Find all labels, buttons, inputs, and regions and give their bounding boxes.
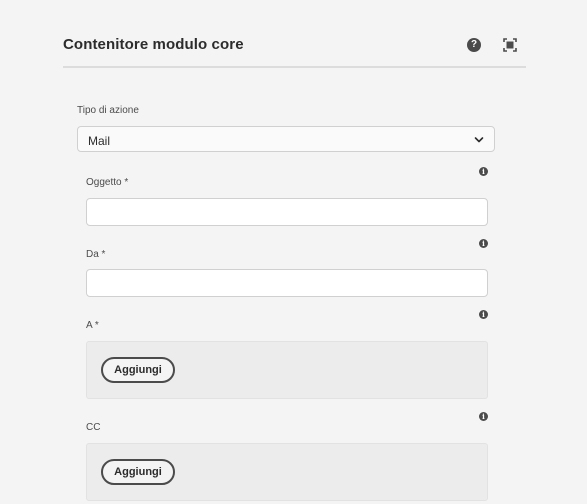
to-add-button[interactable]: Aggiungi: [101, 357, 175, 383]
action-type-value: Mail: [88, 134, 111, 148]
fullscreen-icon[interactable]: [503, 38, 517, 52]
dialog: Contenitore modulo core ? Tipo di azione…: [0, 0, 587, 504]
subject-info-icon[interactable]: i: [479, 167, 488, 176]
dialog-title: Contenitore modulo core: [63, 36, 244, 53]
from-info-icon[interactable]: i: [479, 239, 488, 248]
cc-multifield: Aggiungi: [86, 443, 488, 501]
action-type-label: Tipo di azione: [77, 105, 139, 116]
action-type-select[interactable]: Mail: [77, 126, 495, 152]
cc-label: CC: [86, 422, 101, 433]
help-icon[interactable]: ?: [467, 38, 481, 52]
subject-label: Oggetto *: [86, 177, 129, 188]
cc-info-icon[interactable]: i: [479, 412, 488, 421]
to-info-icon[interactable]: i: [479, 310, 488, 319]
cc-add-button[interactable]: Aggiungi: [101, 459, 175, 485]
from-input[interactable]: [86, 269, 488, 297]
to-multifield: Aggiungi: [86, 341, 488, 399]
to-label: A *: [86, 320, 99, 331]
chevron-down-icon: [474, 137, 484, 143]
dialog-header: Contenitore modulo core ?: [63, 22, 526, 68]
from-label: Da *: [86, 249, 106, 260]
subject-input[interactable]: [86, 198, 488, 226]
dialog-content: Tipo di azione Mail Oggetto * i Da * i A…: [63, 66, 526, 504]
